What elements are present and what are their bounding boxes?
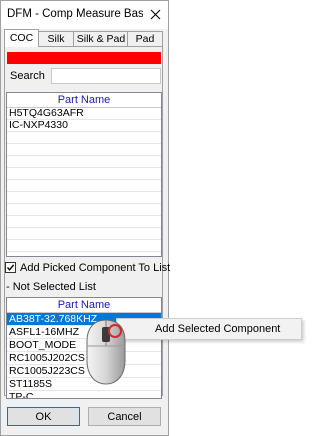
checkmark-icon [6,264,15,271]
list-item-empty[interactable] [7,168,161,180]
close-button[interactable] [144,3,166,25]
list-item-empty[interactable] [7,216,161,228]
not-selected-list-label: - Not Selected List [6,281,96,293]
list-item-empty[interactable] [7,192,161,204]
close-icon [150,9,160,19]
search-label: Search [10,70,45,82]
ok-button[interactable]: OK [7,407,80,426]
list-item-empty[interactable] [7,204,161,216]
list-item-empty[interactable] [7,228,161,240]
list-item-empty[interactable] [7,240,161,252]
list-item-empty[interactable] [7,156,161,168]
list-item-empty[interactable] [7,144,161,156]
add-picked-label: Add Picked Component To List [20,262,171,274]
list-item[interactable]: TP-C [7,391,161,398]
cancel-button[interactable]: Cancel [88,407,161,426]
context-menu: Add Selected Component [116,318,302,340]
add-selected-component-menu-item[interactable]: Add Selected Component [155,323,280,335]
list-item[interactable]: H5TQ4G63AFR [7,108,161,120]
part-list-top[interactable]: Part Name H5TQ4G63AFR IC-NXP4330 [6,92,162,257]
add-picked-checkbox[interactable] [5,262,16,273]
tab-silk[interactable]: Silk [37,31,75,46]
search-input[interactable] [51,68,161,84]
tab-pad[interactable]: Pad [127,31,163,46]
tab-coc[interactable]: COC [4,29,39,47]
list-item-empty[interactable] [7,132,161,144]
status-indicator-bar [7,52,161,64]
column-header-part-name[interactable]: Part Name [7,93,161,108]
title-bar[interactable]: DFM - Comp Measure Base Ty... [1,1,168,29]
window-title: DFM - Comp Measure Base Ty... [7,8,143,20]
column-header-part-name[interactable]: Part Name [7,298,161,313]
list-item-empty[interactable] [7,252,161,256]
list-item-empty[interactable] [7,180,161,192]
tab-silk-and-pad[interactable]: Silk & Pad [73,31,129,46]
list-item[interactable]: IC-NXP4330 [7,120,161,132]
mouse-right-click-icon [86,319,126,385]
